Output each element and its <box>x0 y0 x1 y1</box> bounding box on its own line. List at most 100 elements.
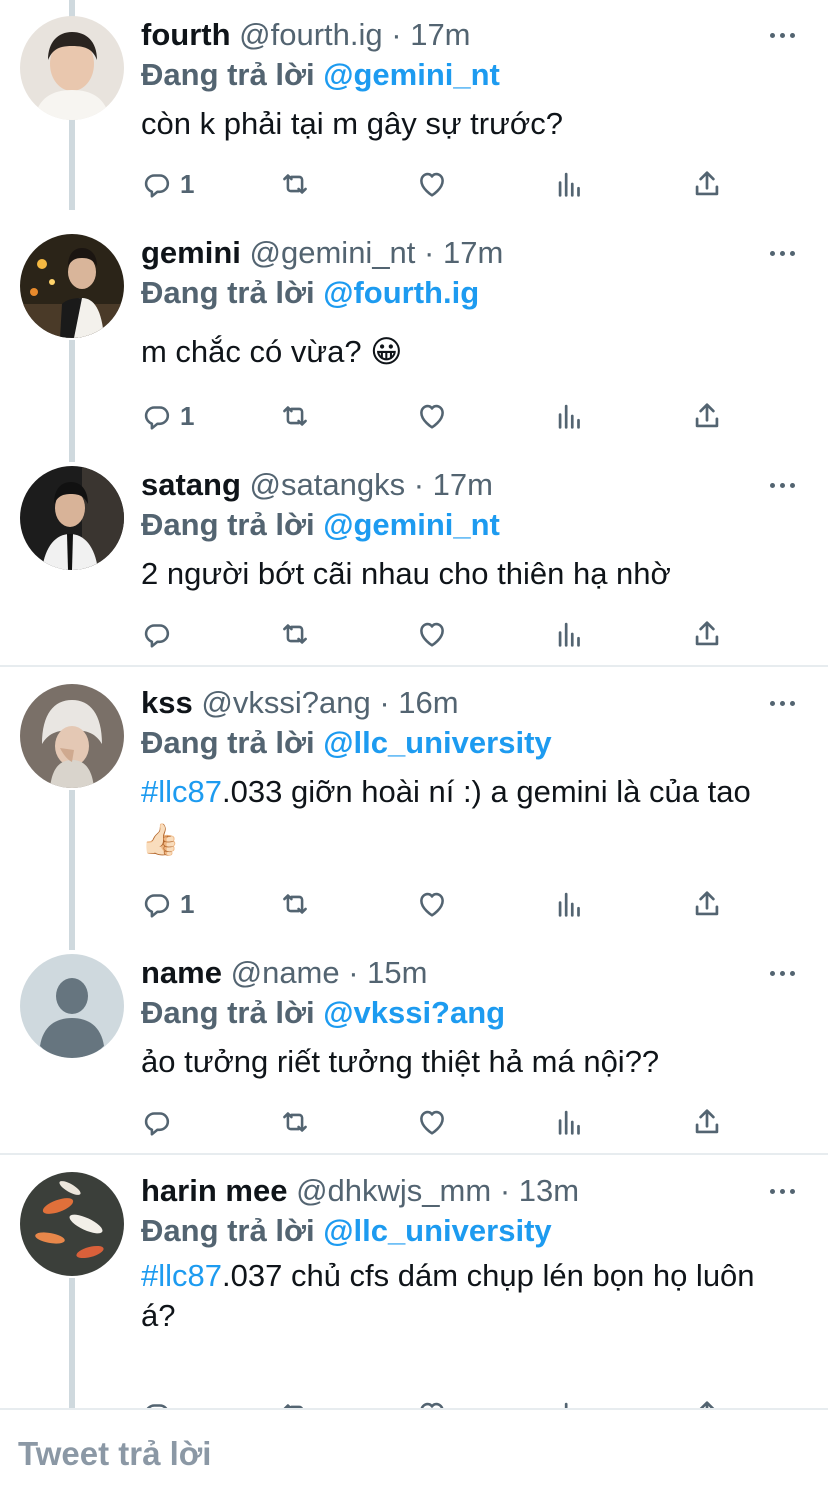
tweet[interactable]: name @name · 15m Đang trả lời @vkssi?ang… <box>0 938 828 1153</box>
more-icon[interactable] <box>770 30 800 40</box>
mention-link[interactable]: @llc_university <box>323 725 551 760</box>
timestamp[interactable]: · 15m <box>348 955 427 990</box>
tweet-header: gemini @gemini_nt · 17m <box>141 234 503 272</box>
views-button[interactable] <box>553 1102 587 1142</box>
tweet-actions: 1 <box>0 884 828 924</box>
username[interactable]: @vkssi?ang <box>201 685 370 720</box>
share-icon <box>690 167 724 201</box>
mention-link[interactable]: @gemini_nt <box>323 57 500 92</box>
retweet-button[interactable] <box>278 396 312 436</box>
share-button[interactable] <box>690 1394 724 1408</box>
mention-link[interactable]: @fourth.ig <box>323 275 479 310</box>
username[interactable]: @gemini_nt <box>250 235 416 270</box>
more-icon[interactable] <box>770 968 800 978</box>
avatar[interactable] <box>20 1172 124 1276</box>
reply-input[interactable]: Tweet trả lời <box>18 1432 211 1476</box>
display-name[interactable]: fourth <box>141 17 231 52</box>
replying-label: Đang trả lời <box>141 725 315 760</box>
display-name[interactable]: gemini <box>141 235 241 270</box>
views-button[interactable] <box>553 164 587 204</box>
like-button[interactable] <box>415 164 449 204</box>
reply-count: 1 <box>180 888 195 919</box>
timestamp[interactable]: · 16m <box>379 685 458 720</box>
retweet-button[interactable] <box>278 164 312 204</box>
avatar[interactable] <box>20 466 124 570</box>
heart-icon <box>415 887 449 921</box>
mention-link[interactable]: @vkssi?ang <box>323 995 505 1030</box>
heart-icon <box>415 1105 449 1139</box>
retweet-button[interactable] <box>278 884 312 924</box>
share-button[interactable] <box>690 396 724 436</box>
more-icon[interactable] <box>770 1186 800 1196</box>
tweet[interactable]: harin mee @dhkwjs_mm · 13m Đang trả lời … <box>0 1156 828 1408</box>
retweet-icon <box>278 167 312 201</box>
reply-button[interactable]: 1 <box>140 884 194 924</box>
timestamp[interactable]: · 17m <box>424 235 503 270</box>
more-icon[interactable] <box>770 248 800 258</box>
replying-label: Đang trả lời <box>141 995 315 1030</box>
reply-icon <box>140 617 174 651</box>
tweet[interactable]: kss @vkssi?ang · 16m Đang trả lời @llc_u… <box>0 668 828 938</box>
username[interactable]: @dhkwjs_mm <box>296 1173 491 1208</box>
share-button[interactable] <box>690 1102 724 1142</box>
reply-count: 1 <box>180 168 195 199</box>
like-button[interactable] <box>415 396 449 436</box>
tweet[interactable]: fourth @fourth.ig · 17m Đang trả lời @ge… <box>0 0 828 232</box>
hashtag-link[interactable]: #llc87 <box>141 774 222 809</box>
mention-link[interactable]: @llc_university <box>323 1213 551 1248</box>
share-button[interactable] <box>690 884 724 924</box>
default-avatar-icon <box>20 954 124 1058</box>
views-button[interactable] <box>553 396 587 436</box>
replying-to: Đang trả lời @vkssi?ang <box>141 993 505 1033</box>
replying-to: Đang trả lời @llc_university <box>141 723 552 763</box>
display-name[interactable]: harin mee <box>141 1173 287 1208</box>
retweet-button[interactable] <box>278 614 312 654</box>
more-icon[interactable] <box>770 480 800 490</box>
display-name[interactable]: satang <box>141 467 241 502</box>
avatar[interactable] <box>20 954 124 1058</box>
like-button[interactable] <box>415 884 449 924</box>
views-button[interactable] <box>553 614 587 654</box>
hashtag-link[interactable]: #llc87 <box>141 1258 222 1293</box>
share-icon <box>690 1397 724 1408</box>
share-button[interactable] <box>690 164 724 204</box>
retweet-button[interactable] <box>278 1102 312 1142</box>
replying-to: Đang trả lời @fourth.ig <box>141 273 479 313</box>
tweet[interactable]: satang @satangks · 17m Đang trả lời @gem… <box>0 450 828 665</box>
username[interactable]: @name <box>231 955 340 990</box>
username[interactable]: @fourth.ig <box>239 17 382 52</box>
avatar[interactable] <box>20 234 124 338</box>
like-button[interactable] <box>415 614 449 654</box>
reply-button[interactable]: 1 <box>140 164 194 204</box>
display-name[interactable]: name <box>141 955 222 990</box>
timestamp[interactable]: · 17m <box>414 467 493 502</box>
share-icon <box>690 399 724 433</box>
avatar[interactable] <box>20 684 124 788</box>
reply-button[interactable] <box>140 1102 180 1142</box>
like-button[interactable] <box>415 1102 449 1142</box>
timestamp[interactable]: · 13m <box>500 1173 579 1208</box>
username[interactable]: @satangks <box>250 467 406 502</box>
reply-button[interactable] <box>140 614 180 654</box>
share-button[interactable] <box>690 614 724 654</box>
views-button[interactable] <box>553 1394 587 1408</box>
like-button[interactable] <box>415 1394 449 1408</box>
tweet-text-body: .033 giỡn hoài ní :) a gemini là của tao <box>222 774 751 809</box>
tweet-text: m chắc có vừa? 😀 <box>141 328 781 376</box>
tweet[interactable]: gemini @gemini_nt · 17m Đang trả lời @fo… <box>0 218 828 450</box>
display-name[interactable]: kss <box>141 685 193 720</box>
emoji: 👍🏻 <box>141 822 180 857</box>
retweet-button[interactable] <box>278 1394 312 1408</box>
mention-link[interactable]: @gemini_nt <box>323 507 500 542</box>
reply-button[interactable]: 1 <box>140 396 194 436</box>
more-icon[interactable] <box>770 698 800 708</box>
reply-icon <box>140 1105 174 1139</box>
heart-icon <box>415 399 449 433</box>
reply-button[interactable] <box>140 1394 180 1408</box>
reply-compose-bar[interactable]: Tweet trả lời <box>0 1408 828 1495</box>
analytics-icon <box>553 1105 587 1139</box>
views-button[interactable] <box>553 884 587 924</box>
timestamp[interactable]: · 17m <box>391 17 470 52</box>
avatar[interactable] <box>20 16 124 120</box>
replying-label: Đang trả lời <box>141 507 315 542</box>
